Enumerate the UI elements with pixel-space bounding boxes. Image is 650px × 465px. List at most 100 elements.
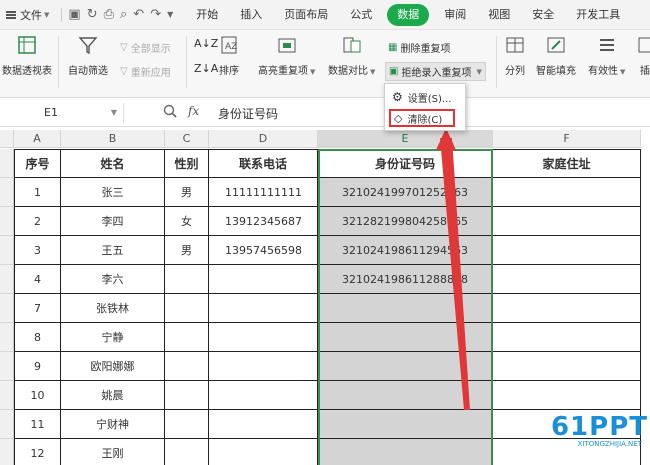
table-cell[interactable]: 王五 [61, 236, 165, 265]
table-cell[interactable]: 321024198611288888 [318, 265, 493, 294]
table-cell[interactable]: 女 [165, 207, 209, 236]
column-header-c[interactable]: C [165, 130, 209, 148]
zoom-icon[interactable] [163, 104, 177, 118]
insert-button[interactable]: 插 [634, 34, 650, 77]
table-cell[interactable]: 13957456598 [209, 236, 318, 265]
table-cell[interactable] [493, 323, 641, 352]
table-cell[interactable] [209, 352, 318, 381]
table-cell[interactable] [318, 439, 493, 465]
table-cell[interactable] [318, 323, 493, 352]
tab-view[interactable]: 视图 [477, 4, 521, 26]
autofilter-button[interactable]: 自动筛选 [68, 34, 108, 77]
select-all-corner[interactable] [0, 130, 14, 148]
redo-arrow-icon[interactable]: ↷ [150, 7, 161, 22]
tab-developer[interactable]: 开发工具 [565, 4, 631, 26]
table-cell[interactable] [318, 410, 493, 439]
table-cell[interactable]: 321024199701252863 [318, 178, 493, 207]
table-cell[interactable] [318, 381, 493, 410]
tab-home[interactable]: 开始 [185, 4, 229, 26]
data-compare-button[interactable]: 数据对比 ▼ [328, 34, 375, 77]
table-cell[interactable]: 张三 [61, 178, 165, 207]
table-cell[interactable]: 3 [14, 236, 61, 265]
reject-duplicate-entry-button[interactable]: ▣ 拒绝录入重复项 ▼ [385, 62, 486, 81]
table-cell[interactable]: 12 [14, 439, 61, 465]
table-cell[interactable] [493, 178, 641, 207]
column-header-a[interactable]: A [14, 130, 61, 148]
table-cell[interactable]: 欧阳娜娜 [61, 352, 165, 381]
tab-data[interactable]: 数据 [387, 3, 430, 26]
table-cell[interactable] [165, 294, 209, 323]
fx-icon[interactable]: fx [188, 104, 199, 118]
table-cell[interactable]: 321282199804258965 [318, 207, 493, 236]
row-header[interactable] [0, 265, 14, 294]
settings-menu-item[interactable]: ⚙ 设置(S)... [389, 88, 463, 106]
row-header[interactable] [0, 178, 14, 207]
column-header-e[interactable]: E [318, 130, 493, 148]
column-header-b[interactable]: B [61, 130, 165, 148]
table-cell[interactable] [165, 265, 209, 294]
tab-insert[interactable]: 插入 [229, 4, 273, 26]
table-header-cell[interactable]: 身份证号码 [318, 149, 493, 178]
pivot-table-button[interactable]: 数据透视表 [2, 34, 52, 77]
tab-page-layout[interactable]: 页面布局 [273, 4, 339, 26]
tab-review[interactable]: 审阅 [433, 4, 477, 26]
table-header-cell[interactable]: 序号 [14, 149, 61, 178]
table-cell[interactable]: 7 [14, 294, 61, 323]
reapply-button[interactable]: ▽ 重新应用 [120, 64, 171, 79]
clear-menu-item[interactable]: ◇ 清除(C) [389, 109, 455, 127]
table-cell[interactable]: 宁财神 [61, 410, 165, 439]
row-header[interactable] [0, 294, 14, 323]
table-cell[interactable] [165, 352, 209, 381]
table-cell[interactable] [493, 236, 641, 265]
table-cell[interactable] [318, 352, 493, 381]
row-header[interactable] [0, 352, 14, 381]
table-header-cell[interactable]: 联系电话 [209, 149, 318, 178]
table-cell[interactable] [165, 439, 209, 465]
highlight-duplicates-button[interactable]: 高亮重复项 ▼ [258, 34, 315, 77]
tab-security[interactable]: 安全 [521, 4, 565, 26]
table-cell[interactable]: 4 [14, 265, 61, 294]
table-cell[interactable]: 13912345687 [209, 207, 318, 236]
table-cell[interactable] [318, 294, 493, 323]
redo-icon[interactable]: ↻ [87, 7, 98, 22]
sort-ascending-button[interactable]: A↓Z [194, 38, 218, 49]
split-column-button[interactable]: 分列 [504, 34, 526, 77]
table-header-cell[interactable]: 性别 [165, 149, 209, 178]
table-cell[interactable]: 11111111111 [209, 178, 318, 207]
table-cell[interactable]: 1 [14, 178, 61, 207]
table-cell[interactable] [209, 381, 318, 410]
table-cell[interactable]: 321024198611294563 [318, 236, 493, 265]
table-cell[interactable]: 李六 [61, 265, 165, 294]
smart-fill-button[interactable]: 智能填充 [536, 34, 576, 77]
row-header[interactable] [0, 323, 14, 352]
table-cell[interactable] [209, 410, 318, 439]
table-cell[interactable] [209, 294, 318, 323]
table-cell[interactable] [209, 323, 318, 352]
remove-duplicates-button[interactable]: ▦ 删除重复项 [388, 40, 450, 55]
formula-value[interactable]: 身份证号码 [218, 105, 278, 122]
table-cell[interactable]: 8 [14, 323, 61, 352]
table-cell[interactable] [493, 381, 641, 410]
table-cell[interactable] [209, 439, 318, 465]
row-header[interactable] [0, 149, 14, 178]
show-all-button[interactable]: ▽ 全部显示 [120, 40, 171, 55]
table-cell[interactable]: 男 [165, 178, 209, 207]
table-cell[interactable] [165, 381, 209, 410]
table-cell[interactable]: 姚晨 [61, 381, 165, 410]
table-cell[interactable] [165, 410, 209, 439]
table-cell[interactable]: 10 [14, 381, 61, 410]
save-icon[interactable]: ▣ [68, 7, 80, 22]
row-header[interactable] [0, 207, 14, 236]
table-cell[interactable]: 宁静 [61, 323, 165, 352]
table-cell[interactable]: 李四 [61, 207, 165, 236]
table-cell[interactable]: 9 [14, 352, 61, 381]
table-cell[interactable] [165, 323, 209, 352]
table-header-cell[interactable]: 家庭住址 [493, 149, 641, 178]
print-icon[interactable]: ⎙ [104, 7, 114, 22]
table-cell[interactable]: 王刚 [61, 439, 165, 465]
table-cell[interactable] [209, 265, 318, 294]
customize-dropdown-icon[interactable]: ▼ [167, 10, 173, 19]
name-box[interactable]: E1 ▼ [6, 103, 124, 123]
table-cell[interactable] [493, 265, 641, 294]
table-cell[interactable] [493, 294, 641, 323]
